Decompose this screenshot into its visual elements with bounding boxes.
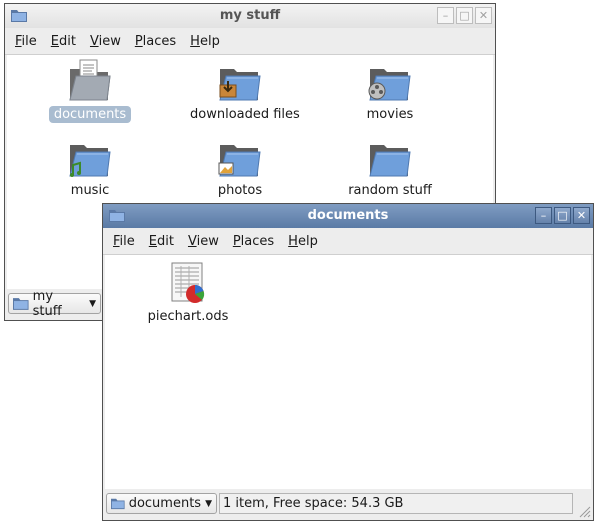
- maximize-button[interactable]: □: [554, 207, 571, 224]
- item-label: piechart.ods: [147, 309, 229, 324]
- menu-file[interactable]: File: [106, 234, 142, 249]
- spreadsheet-file-icon: [171, 262, 205, 303]
- menu-help[interactable]: Help: [183, 34, 227, 49]
- resize-grip-icon[interactable]: [577, 504, 591, 518]
- menu-edit[interactable]: Edit: [44, 34, 83, 49]
- close-button[interactable]: ✕: [475, 7, 492, 24]
- folder-item-random-stuff[interactable]: random stuff: [335, 135, 445, 199]
- menu-file[interactable]: File: [8, 34, 44, 49]
- folder-item-movies[interactable]: movies: [335, 59, 445, 123]
- status-text: 1 item, Free space: 54.3 GB: [219, 493, 573, 514]
- folder-item-photos[interactable]: photos: [185, 135, 295, 199]
- minimize-button[interactable]: –: [535, 207, 552, 224]
- menu-bar: File Edit View Places Help: [103, 228, 593, 255]
- item-label: random stuff: [348, 183, 432, 198]
- menu-places[interactable]: Places: [226, 234, 281, 249]
- folder-item-documents[interactable]: documents: [35, 59, 145, 123]
- item-label: music: [70, 183, 110, 198]
- folder-movies-icon: [368, 68, 411, 101]
- folder-location-icon: [111, 497, 125, 510]
- location-button[interactable]: my stuff ▼: [8, 289, 101, 319]
- menu-places[interactable]: Places: [128, 34, 183, 49]
- item-label: movies: [366, 107, 414, 122]
- close-button[interactable]: ✕: [573, 207, 590, 224]
- window-title: my stuff: [219, 8, 281, 23]
- title-bar[interactable]: documents – □ ✕: [103, 204, 593, 228]
- location-button[interactable]: documents ▼: [106, 493, 217, 514]
- menu-edit[interactable]: Edit: [142, 234, 181, 249]
- folder-icon: [369, 144, 411, 177]
- folder-downloads-icon: [219, 68, 261, 101]
- location-label: documents: [128, 496, 202, 511]
- title-bar[interactable]: my stuff – □ ✕: [5, 4, 495, 28]
- documents-window[interactable]: documents – □ ✕ File Edit View Places He…: [102, 203, 594, 521]
- item-label: downloaded files: [190, 107, 300, 122]
- menu-bar: File Edit View Places Help: [5, 28, 495, 55]
- folder-item-music[interactable]: music: [35, 135, 145, 199]
- menu-view[interactable]: View: [181, 234, 226, 249]
- folder-photos-icon: [218, 144, 261, 177]
- dropdown-arrow-icon: ▼: [89, 298, 96, 309]
- folder-location-icon: [13, 297, 29, 310]
- item-label: photos: [217, 183, 263, 198]
- file-item-piechart[interactable]: piechart.ods: [133, 261, 243, 325]
- dropdown-arrow-icon: ▼: [205, 498, 212, 509]
- maximize-button[interactable]: □: [456, 7, 473, 24]
- menu-help[interactable]: Help: [281, 234, 325, 249]
- folder-documents-icon: [69, 59, 111, 101]
- menu-view[interactable]: View: [83, 34, 128, 49]
- location-label: my stuff: [32, 288, 62, 319]
- window-title: documents: [307, 208, 389, 223]
- folder-music-icon: [69, 144, 111, 177]
- status-bar: documents ▼ 1 item, Free space: 54.3 GB: [103, 489, 593, 520]
- item-label: documents: [48, 106, 132, 123]
- file-view[interactable]: piechart.ods: [105, 255, 591, 490]
- folder-item-downloaded-files[interactable]: downloaded files: [185, 59, 300, 123]
- minimize-button[interactable]: –: [437, 7, 454, 24]
